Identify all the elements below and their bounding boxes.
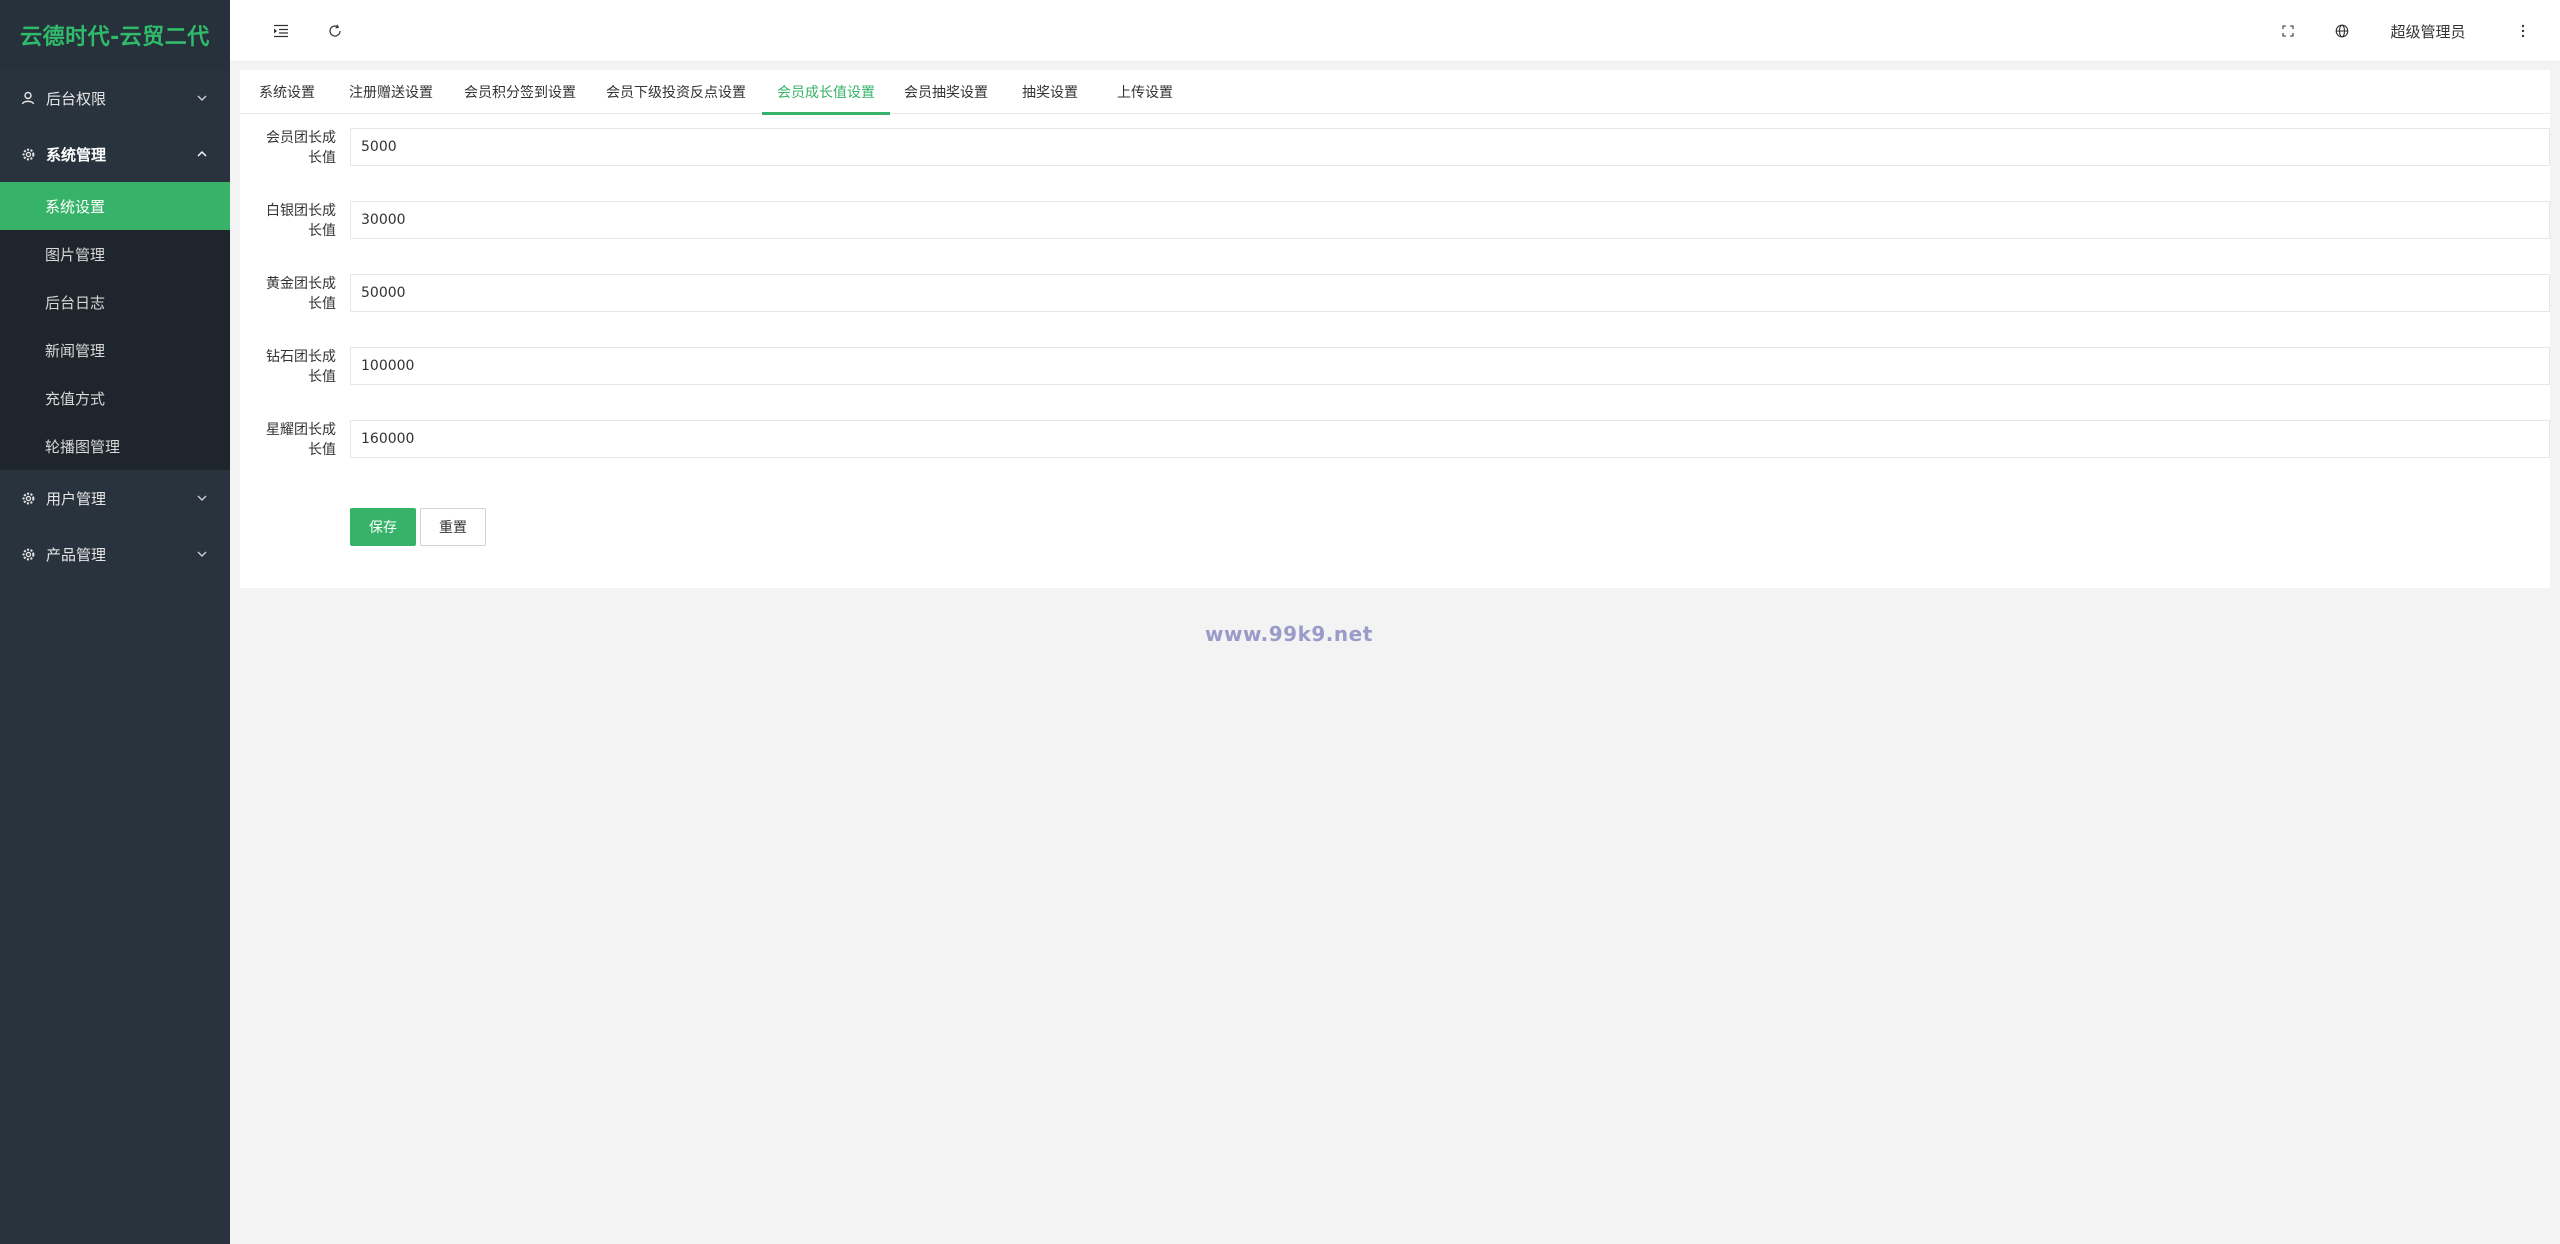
member-leader-growth-input[interactable] [350,128,2550,166]
app-logo-title[interactable]: 云德时代-云贸二代 [0,0,230,70]
form-row-silver-leader: 白银团长成长值 [240,201,2550,261]
tab-subordinate-rebate[interactable]: 会员下级投资反点设置 [606,70,746,114]
sidebar: 云德时代-云贸二代 后台权限 系统管理 系统设置 图片管理 后台日志 新闻管理 … [0,0,230,1244]
language-icon[interactable] [2327,0,2357,62]
sidebar-group-product-management[interactable]: 产品管理 [0,526,230,582]
field-label: 黄金团长成长值 [266,276,336,312]
more-icon[interactable] [2508,0,2538,62]
tab-growth-value[interactable]: 会员成长值设置 [762,70,890,115]
save-button[interactable]: 保存 [350,508,416,546]
sidebar-submenu-system: 系统设置 图片管理 后台日志 新闻管理 充值方式 轮播图管理 [0,182,230,470]
gold-leader-growth-input[interactable] [350,274,2550,312]
tab-registration-gift[interactable]: 注册赠送设置 [349,70,433,114]
gear-icon [20,490,36,506]
refresh-icon[interactable] [320,0,350,62]
silver-leader-growth-input[interactable] [350,201,2550,239]
sidebar-group-admin-permissions[interactable]: 后台权限 [0,70,230,126]
menu-toggle-icon[interactable] [266,0,296,62]
settings-card: 系统设置 注册赠送设置 会员积分签到设置 会员下级投资反点设置 会员成长值设置 … [240,70,2550,588]
star-leader-growth-input[interactable] [350,420,2550,458]
sidebar-item-carousel-management[interactable]: 轮播图管理 [0,422,230,470]
top-header: 超级管理员 [230,0,2560,62]
sidebar-item-news-management[interactable]: 新闻管理 [0,326,230,374]
chevron-up-icon [194,146,210,162]
sidebar-item-image-management[interactable]: 图片管理 [0,230,230,278]
tab-upload-settings[interactable]: 上传设置 [1117,70,1173,114]
admin-name: 超级管理员 [2390,22,2466,41]
sidebar-item-recharge-methods[interactable]: 充值方式 [0,374,230,422]
sidebar-group-system-management[interactable]: 系统管理 [0,126,230,182]
chevron-down-icon [194,90,210,106]
reset-button[interactable]: 重置 [420,508,486,546]
chevron-down-icon [194,546,210,562]
sidebar-group-label: 后台权限 [46,89,107,108]
diamond-leader-growth-input[interactable] [350,347,2550,385]
gear-icon [20,546,36,562]
field-label: 钻石团长成长值 [266,349,336,385]
field-label: 星耀团长成长值 [266,422,336,458]
chevron-down-icon [194,490,210,506]
form-row-member-leader: 会员团长成长值 [240,128,2550,188]
user-icon [20,90,36,106]
sidebar-item-admin-logs[interactable]: 后台日志 [0,278,230,326]
sidebar-group-user-management[interactable]: 用户管理 [0,470,230,526]
admin-user-menu[interactable]: 超级管理员 [2378,0,2478,62]
field-label: 会员团长成长值 [266,130,336,166]
sidebar-group-label: 用户管理 [46,489,107,508]
gear-icon [20,146,36,162]
tab-lottery-settings[interactable]: 抽奖设置 [1022,70,1078,114]
form-row-star-leader: 星耀团长成长值 [240,420,2550,480]
tab-member-lottery[interactable]: 会员抽奖设置 [904,70,988,114]
field-label: 白银团长成长值 [266,203,336,239]
tab-points-signin[interactable]: 会员积分签到设置 [464,70,576,114]
sidebar-group-label: 产品管理 [46,545,107,564]
tab-system-settings[interactable]: 系统设置 [259,70,315,114]
sidebar-group-label: 系统管理 [46,145,107,164]
watermark-text: www.99k9.net [1205,622,1373,646]
settings-tabs: 系统设置 注册赠送设置 会员积分签到设置 会员下级投资反点设置 会员成长值设置 … [240,70,2550,115]
form-row-diamond-leader: 钻石团长成长值 [240,347,2550,407]
form-row-gold-leader: 黄金团长成长值 [240,274,2550,334]
fullscreen-icon[interactable] [2273,0,2303,62]
sidebar-item-system-settings[interactable]: 系统设置 [0,182,230,230]
